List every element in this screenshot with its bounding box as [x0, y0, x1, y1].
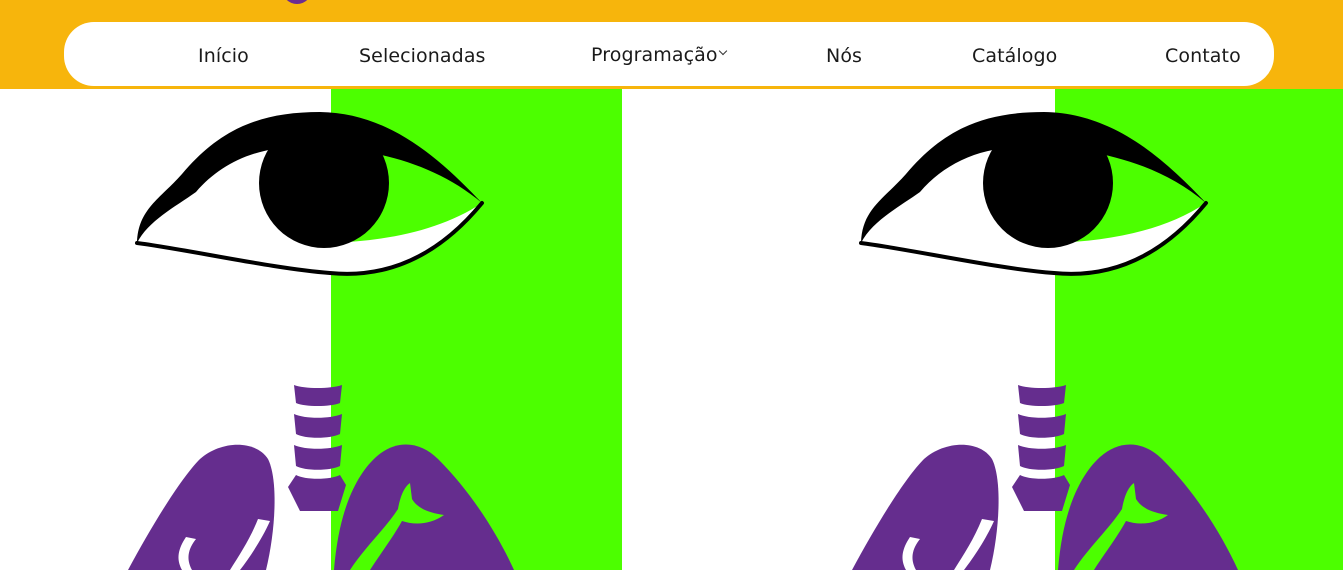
nav-item-inicio[interactable]: Início — [198, 22, 249, 86]
eye-lungs-artwork — [724, 89, 1343, 570]
chevron-down-icon[interactable] — [718, 46, 727, 56]
logo[interactable] — [282, 0, 312, 4]
site-header: Início Selecionadas Programação Nós Catá… — [0, 0, 1343, 89]
hero-artwork — [0, 89, 1343, 570]
main-navigation: Início Selecionadas Programação Nós Catá… — [64, 22, 1274, 86]
nav-item-programacao-label: Programação — [591, 44, 718, 66]
nav-item-catalogo[interactable]: Catálogo — [972, 22, 1057, 86]
artwork-panel-left[interactable] — [0, 89, 622, 570]
artwork-panel-right[interactable] — [724, 89, 1343, 570]
nav-item-nos[interactable]: Nós — [826, 22, 862, 86]
nav-item-selecionadas[interactable]: Selecionadas — [359, 22, 486, 86]
eye-lungs-artwork — [0, 89, 622, 570]
nav-item-contato[interactable]: Contato — [1165, 22, 1241, 86]
nav-item-programacao[interactable]: Programação — [591, 22, 727, 86]
